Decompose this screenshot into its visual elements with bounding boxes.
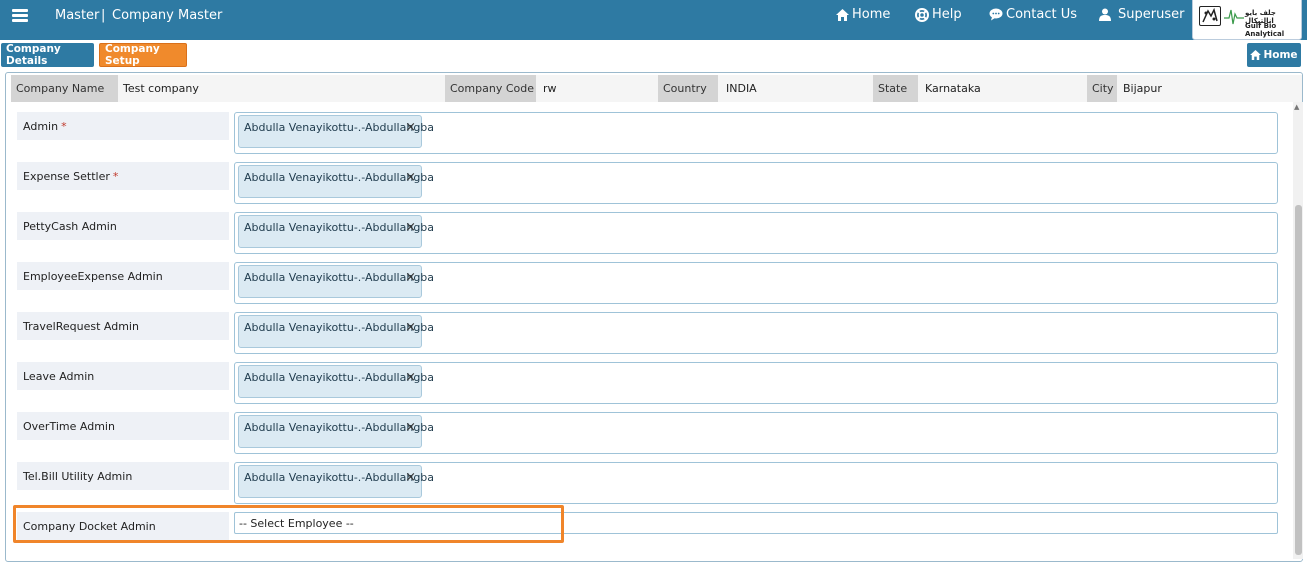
- select-employee-dropdown[interactable]: -- Select Employee --: [234, 512, 1278, 534]
- scrollbar-thumb[interactable]: [1295, 205, 1302, 555]
- country-label: Country: [658, 75, 718, 102]
- tab-company-setup[interactable]: Company Setup: [99, 43, 187, 67]
- home-icon: [1250, 50, 1262, 60]
- selected-employee-chip: Abdulla Venayikottu-.-Abdullahgba ×: [238, 365, 434, 398]
- chat-bubble-icon: [989, 8, 1003, 22]
- role-label: PettyCash Admin: [17, 212, 229, 240]
- employee-multiselect[interactable]: Abdulla Venayikottu-.-Abdullahgba ×: [234, 212, 1278, 254]
- remove-chip-icon[interactable]: ×: [405, 271, 416, 284]
- country-value: INDIA: [726, 82, 757, 95]
- breadcrumb-separator: |: [101, 8, 106, 23]
- hamburger-menu-icon[interactable]: [12, 9, 28, 23]
- nav-help-link[interactable]: Help: [915, 7, 962, 22]
- tab-company-details[interactable]: Company Details: [1, 43, 94, 67]
- selected-employee-chip: Abdulla Venayikottu-.-Abdullahgba ×: [238, 215, 434, 248]
- nav-home-link[interactable]: Home: [835, 7, 890, 22]
- breadcrumb-section[interactable]: Master: [55, 8, 99, 23]
- employee-multiselect[interactable]: Abdulla Venayikottu-.-Abdullahgba ×: [234, 162, 1278, 204]
- role-label: OverTime Admin: [17, 412, 229, 440]
- remove-chip-icon[interactable]: ×: [405, 221, 416, 234]
- selected-employee-chip: Abdulla Venayikottu-.-Abdullahgba ×: [238, 115, 434, 148]
- city-value: Bijapur: [1123, 82, 1162, 95]
- employee-multiselect[interactable]: Abdulla Venayikottu-.-Abdullahgba ×: [234, 312, 1278, 354]
- role-label: Leave Admin: [17, 362, 229, 390]
- remove-chip-icon[interactable]: ×: [405, 421, 416, 434]
- home-icon: [835, 8, 849, 22]
- selected-employee-chip: Abdulla Venayikottu-.-Abdullahgba ×: [238, 415, 434, 448]
- employee-multiselect[interactable]: Abdulla Venayikottu-.-Abdullahgba ×: [234, 362, 1278, 404]
- employee-multiselect[interactable]: Abdulla Venayikottu-.-Abdullahgba ×: [234, 262, 1278, 304]
- remove-chip-icon[interactable]: ×: [405, 471, 416, 484]
- required-marker: *: [112, 169, 119, 183]
- nav-contact-label: Contact Us: [1006, 7, 1077, 22]
- remove-chip-icon[interactable]: ×: [405, 171, 416, 184]
- top-navbar: Master | Company Master Home Help Contac…: [0, 0, 1307, 40]
- logo-english-text: Gulf Bio Analytical: [1245, 22, 1285, 38]
- user-icon: [1098, 8, 1112, 22]
- company-code-value: rw: [543, 82, 557, 95]
- selected-employee-chip: Abdulla Venayikottu-.-Abdullahgba ×: [238, 315, 434, 348]
- state-value: Karnataka: [925, 82, 981, 95]
- user-name: Superuser: [1118, 7, 1185, 22]
- scroll-up-arrow-icon[interactable]: ▲: [1294, 103, 1299, 111]
- logo-pulse-icon: [1224, 9, 1244, 25]
- company-name-value: Test company: [123, 82, 199, 95]
- role-label: Company Docket Admin: [17, 512, 229, 540]
- breadcrumb-page: Company Master: [112, 8, 223, 23]
- home-button[interactable]: Home: [1247, 43, 1301, 67]
- selected-employee-chip: Abdulla Venayikottu-.-Abdullahgba ×: [238, 465, 434, 498]
- home-button-label: Home: [1263, 49, 1298, 61]
- company-code-label: Company Code: [445, 75, 536, 102]
- employee-multiselect[interactable]: Abdulla Venayikottu-.-Abdullahgba ×: [234, 112, 1278, 154]
- role-label: EmployeeExpense Admin: [17, 262, 229, 290]
- nav-contact-link[interactable]: Contact Us: [989, 7, 1077, 22]
- remove-chip-icon[interactable]: ×: [405, 321, 416, 334]
- nav-home-label: Home: [852, 7, 891, 22]
- required-marker: *: [61, 119, 67, 133]
- user-menu[interactable]: Superuser: [1098, 7, 1184, 22]
- city-label: City: [1087, 75, 1117, 102]
- company-name-label: Company Name: [11, 75, 118, 102]
- lifebuoy-icon: [915, 7, 929, 22]
- selected-employee-chip: Abdulla Venayikottu-.-Abdullahgba ×: [238, 165, 434, 198]
- role-label: Expense Settler *: [17, 162, 229, 190]
- role-label: Admin *: [17, 112, 229, 140]
- nav-help-label: Help: [932, 7, 962, 22]
- selected-employee-chip: Abdulla Venayikottu-.-Abdullahgba ×: [238, 265, 434, 298]
- remove-chip-icon[interactable]: ×: [405, 121, 416, 134]
- company-logo: جلف بايو انالتيكال Gulf Bio Analytical: [1192, 0, 1302, 40]
- role-label: TravelRequest Admin: [17, 312, 229, 340]
- remove-chip-icon[interactable]: ×: [405, 371, 416, 384]
- logo-emblem-icon: [1199, 6, 1221, 26]
- employee-multiselect[interactable]: Abdulla Venayikottu-.-Abdullahgba ×: [234, 462, 1278, 504]
- employee-multiselect[interactable]: Abdulla Venayikottu-.-Abdullahgba ×: [234, 412, 1278, 454]
- role-label: Tel.Bill Utility Admin: [17, 462, 229, 490]
- state-label: State: [873, 75, 918, 102]
